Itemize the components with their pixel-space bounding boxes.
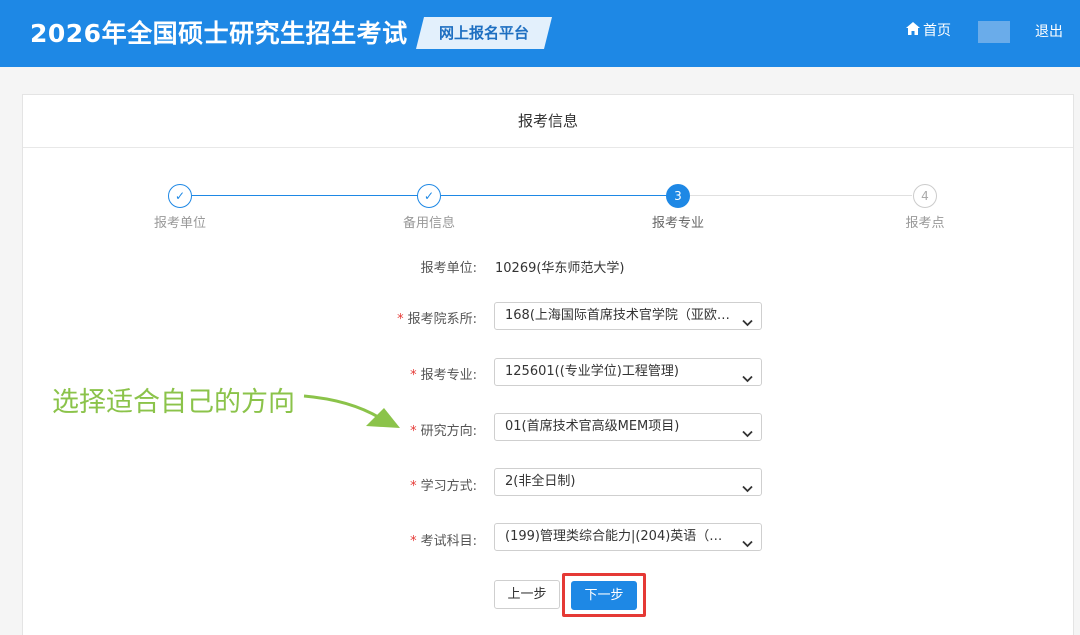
home-label: 首页 — [923, 23, 951, 39]
direction-select[interactable]: 01(首席技术官高级MEM项目) — [494, 413, 762, 441]
chevron-down-icon — [742, 422, 753, 440]
direction-select-value: 01(首席技术官高级MEM项目) — [505, 419, 680, 434]
study-mode-label: * 学习方式: — [327, 475, 477, 494]
chevron-down-icon — [742, 367, 753, 385]
department-select[interactable]: 168(上海国际首席技术官学院（亚欧商学… — [494, 302, 762, 330]
step-2-check-icon: ✓ — [417, 184, 441, 208]
panel-title: 报考信息 — [23, 95, 1073, 148]
annotation-arrow-icon — [303, 394, 400, 428]
required-mark: * — [410, 534, 417, 549]
exam-subjects-select[interactable]: (199)管理类综合能力|(204)英语（二）|(-… — [494, 523, 762, 551]
step-3-label: 报考专业 — [651, 216, 704, 231]
step-connector-3 — [690, 195, 912, 196]
department-label-text: 报考院系所: — [407, 312, 477, 327]
next-step-button[interactable]: 下一步 — [571, 581, 637, 610]
step-4-number: 4 — [913, 184, 937, 208]
study-mode-label-text: 学习方式: — [420, 479, 477, 494]
application-panel: 报考信息 ✓ 报考单位 ✓ 备用信息 3 报考专业 4 报考点 报考单位: 10… — [22, 94, 1074, 635]
required-mark: * — [410, 368, 417, 383]
major-label-text: 报考专业: — [420, 368, 477, 383]
chevron-down-icon — [742, 477, 753, 495]
user-avatar[interactable] — [978, 21, 1010, 43]
step-3-number: 3 — [666, 184, 690, 208]
step-2-label: 备用信息 — [402, 216, 455, 231]
study-mode-select-value: 2(非全日制) — [505, 474, 576, 489]
chevron-down-icon — [742, 311, 753, 329]
major-select[interactable]: 125601((专业学位)工程管理) — [494, 358, 762, 386]
step-connector-1 — [192, 195, 418, 196]
exam-subjects-label: * 考试科目: — [327, 530, 477, 549]
required-mark: * — [410, 424, 417, 439]
annotation-text: 选择适合自己的方向 — [52, 387, 295, 418]
step-1-check-icon: ✓ — [168, 184, 192, 208]
step-4-label: 报考点 — [905, 216, 945, 231]
exam-subjects-label-text: 考试科目: — [420, 534, 477, 549]
department-select-value: 168(上海国际首席技术官学院（亚欧商学… — [505, 308, 756, 323]
direction-label-text: 研究方向: — [420, 424, 477, 439]
site-title: 2026年全国硕士研究生招生考试 — [30, 19, 408, 48]
step-connector-2 — [441, 195, 667, 196]
exam-subjects-select-value: (199)管理类综合能力|(204)英语（二）|(-… — [505, 529, 762, 544]
required-mark: * — [410, 479, 417, 494]
unit-value: 10269(华东师范大学) — [495, 261, 625, 276]
platform-badge: 网上报名平台 — [416, 17, 552, 49]
required-mark: * — [397, 312, 404, 327]
major-select-value: 125601((专业学位)工程管理) — [505, 364, 679, 379]
home-link[interactable]: 首页 — [906, 20, 951, 40]
chevron-down-icon — [742, 532, 753, 550]
home-icon — [906, 21, 920, 39]
unit-label: 报考单位: — [420, 261, 477, 276]
study-mode-select[interactable]: 2(非全日制) — [494, 468, 762, 496]
prev-step-button[interactable]: 上一步 — [494, 580, 560, 609]
major-label: * 报考专业: — [327, 364, 477, 383]
step-1-label: 报考单位 — [153, 216, 206, 231]
top-header: 2026年全国硕士研究生招生考试 网上报名平台 首页 退出 — [0, 0, 1080, 67]
department-label: * 报考院系所: — [327, 308, 477, 327]
logout-link[interactable]: 退出 — [1035, 21, 1063, 41]
